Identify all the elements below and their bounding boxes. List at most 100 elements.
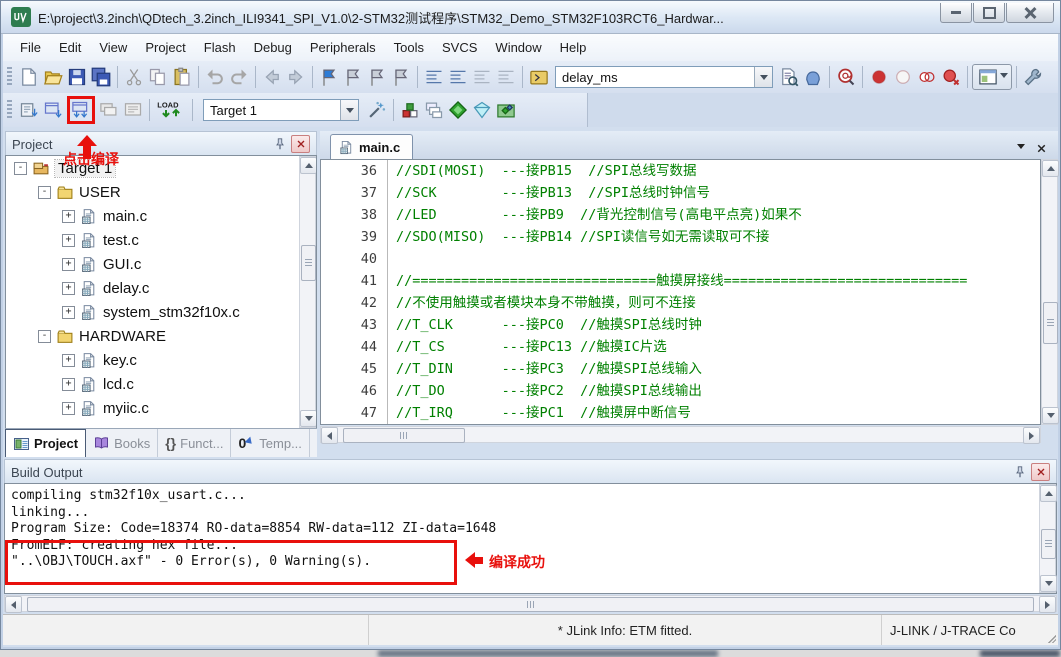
tree-item-gui-c[interactable]: + GUI.c [6,252,316,276]
collapse-icon[interactable]: - [38,185,51,199]
select-software-packs-icon[interactable] [471,99,493,121]
code-view[interactable]: 36 //SDI(MOSI) ---接PB15 //SPI总线写数据 37 //SC… [320,159,1041,425]
toolbar-grip[interactable] [7,67,12,87]
navigate-back-icon[interactable] [261,66,283,88]
open-file-icon[interactable] [42,66,64,88]
pin-panel-button[interactable] [271,136,288,152]
menu-svcs[interactable]: SVCS [433,36,486,59]
tree-item-key-c[interactable]: + key.c [6,348,316,372]
editor-vertical-scrollbar[interactable] [1041,159,1059,425]
file-extensions-icon[interactable] [423,99,445,121]
kill-all-breakpoints-icon[interactable] [940,66,962,88]
bookmark-next-icon[interactable] [366,66,388,88]
scroll-right-button[interactable] [1023,427,1040,444]
tree-item-lcd-c[interactable]: + lcd.c [6,372,316,396]
expand-icon[interactable]: + [62,209,75,223]
stop-build-icon[interactable] [122,99,144,121]
uncomment-selection-icon[interactable] [495,66,517,88]
enable-breakpoint-icon[interactable] [892,66,914,88]
menu-window[interactable]: Window [486,36,550,59]
tab-books[interactable]: Books [86,429,159,457]
scroll-thumb[interactable] [27,597,1034,612]
download-flash-icon[interactable]: LOAD [155,99,187,121]
function-combo[interactable]: delay_ms [555,66,773,88]
tab-list-dropdown-icon[interactable] [1017,144,1025,153]
combo-dropdown-button[interactable] [340,100,358,120]
find-in-files-icon[interactable] [835,66,857,88]
menu-view[interactable]: View [90,36,136,59]
build-icon[interactable] [42,99,64,121]
indent-left-icon[interactable] [423,66,445,88]
project-tree-scrollbar[interactable] [299,156,316,428]
restore-button[interactable] [973,3,1005,23]
menu-edit[interactable]: Edit [50,36,90,59]
menu-file[interactable]: File [11,36,50,59]
undo-icon[interactable] [204,66,226,88]
toolbar-grip[interactable] [7,100,12,120]
tab-templates[interactable]: 0 Temp... [231,429,310,457]
tree-item-system-stm32f10x-c[interactable]: + system_stm32f10x.c [6,300,316,324]
scroll-down-button[interactable] [1042,407,1059,424]
menu-flash[interactable]: Flash [195,36,245,59]
title-bar[interactable]: E:\project\3.2inch\QDtech_3.2inch_ILI934… [1,1,1060,34]
close-panel-button[interactable] [291,135,310,153]
scroll-thumb[interactable] [301,245,316,281]
target-combo[interactable]: Target 1 [203,99,359,121]
disable-all-breakpoints-icon[interactable] [916,66,938,88]
combo-dropdown-button[interactable] [754,67,772,87]
tree-item-target-1[interactable]: - Target 1 [6,156,316,180]
menu-debug[interactable]: Debug [245,36,301,59]
navigate-forward-icon[interactable] [285,66,307,88]
options-for-target-icon[interactable] [366,99,388,121]
close-document-icon[interactable] [1035,142,1048,155]
build-output-vertical-scrollbar[interactable] [1039,484,1057,593]
scroll-thumb[interactable] [1041,529,1056,559]
save-icon[interactable] [66,66,88,88]
expand-icon[interactable]: + [62,281,75,295]
expand-icon[interactable]: + [62,353,75,367]
lint-document-icon[interactable] [778,66,800,88]
tree-item-test-c[interactable]: + test.c [6,228,316,252]
copy-icon[interactable] [147,66,169,88]
close-panel-button[interactable] [1031,463,1050,481]
tab-main-c[interactable]: main.c [330,134,414,159]
build-output-horizontal-scrollbar[interactable] [4,595,1057,613]
pack-installer-icon[interactable] [495,99,517,121]
pin-panel-button[interactable] [1011,464,1028,480]
scroll-up-button[interactable] [1042,160,1059,177]
scroll-left-button[interactable] [5,596,22,613]
paste-icon[interactable] [171,66,193,88]
scroll-right-button[interactable] [1039,596,1056,613]
batch-build-icon[interactable] [98,99,120,121]
comment-selection-icon[interactable] [471,66,493,88]
tree-item-main-c[interactable]: + main.c [6,204,316,228]
scroll-up-button[interactable] [300,157,316,174]
translate-file-icon[interactable] [18,99,40,121]
tree-item-delay-c[interactable]: + delay.c [6,276,316,300]
save-all-icon[interactable] [90,66,112,88]
scroll-down-button[interactable] [300,410,316,427]
bookmark-toggle-icon[interactable] [318,66,340,88]
scroll-left-button[interactable] [321,427,338,444]
tree-item-hardware[interactable]: - HARDWARE [6,324,316,348]
rebuild-all-icon[interactable] [71,100,91,120]
expand-icon[interactable]: + [62,401,75,415]
resize-grip[interactable] [1042,615,1058,645]
tab-project[interactable]: Project [5,429,87,457]
bookmark-prev-icon[interactable] [342,66,364,88]
collapse-icon[interactable]: - [14,161,27,175]
expand-icon[interactable]: + [62,377,75,391]
scroll-down-button[interactable] [1040,575,1057,592]
insert-breakpoint-icon[interactable] [868,66,890,88]
show-current-function-icon[interactable] [528,66,550,88]
scroll-thumb[interactable] [343,428,465,443]
minimize-button[interactable] [940,3,972,23]
scroll-up-button[interactable] [1040,485,1057,502]
manage-run-time-environment-icon[interactable] [447,99,469,121]
collapse-icon[interactable]: - [38,329,51,343]
manage-project-items-icon[interactable] [399,99,421,121]
scroll-thumb[interactable] [1043,302,1058,344]
indent-right-icon[interactable] [447,66,469,88]
tree-item-user[interactable]: - USER [6,180,316,204]
editor-horizontal-scrollbar[interactable] [320,426,1041,444]
